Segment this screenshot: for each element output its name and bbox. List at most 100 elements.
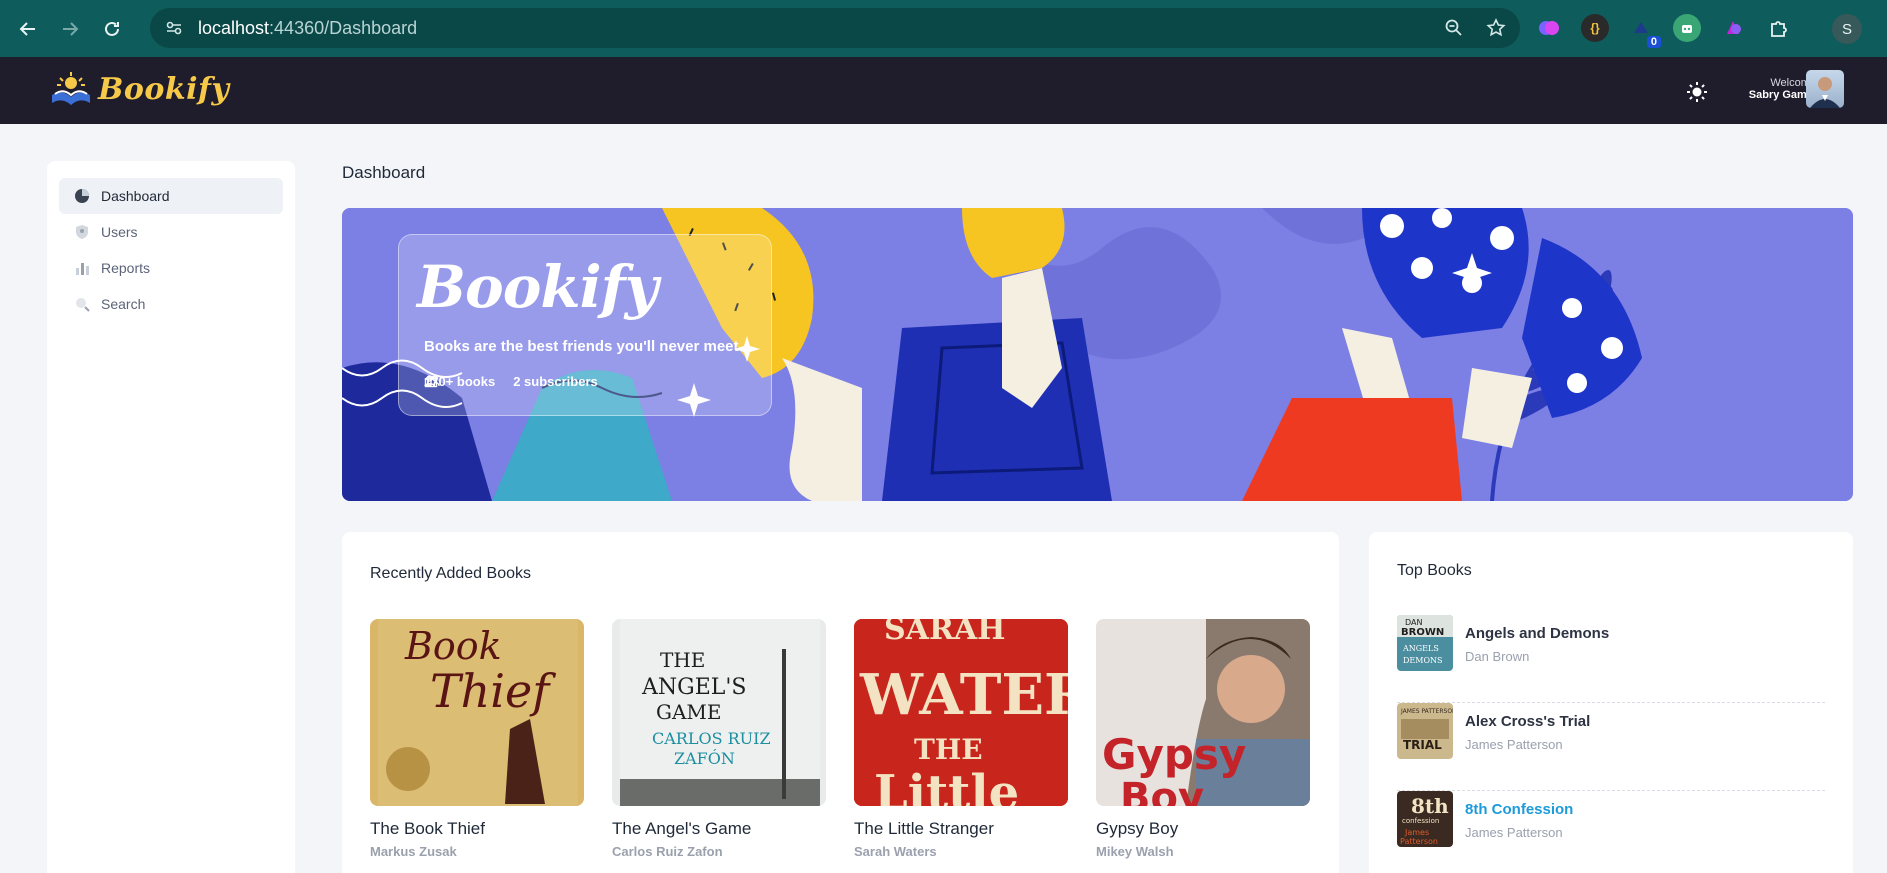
book-cover[interactable]: Gypsy Boy [1096,619,1310,806]
book-cover[interactable]: Book Thief [370,619,584,806]
subscribers-stat-text: 2 subscribers [513,374,598,389]
sidebar-item-label: Reports [101,260,151,276]
sidebar: Dashboard Users Reports Search [47,161,295,873]
reload-icon[interactable] [98,15,126,43]
sidebar-item-label: Users [101,224,138,240]
pie-chart-icon [73,187,91,205]
site-settings-icon[interactable] [164,18,184,38]
top-book-item[interactable]: DAN BROWN ANGELS DEMONS Angels and Demons D… [1397,615,1825,703]
logo-text: Bookify [98,71,230,107]
svg-text:DAN: DAN [1405,618,1422,627]
sidebar-item-reports[interactable]: Reports [59,250,283,286]
book-author: Sarah Waters [854,844,937,859]
svg-text:CARLOS RUIZ: CARLOS RUIZ [652,729,771,748]
shield-icon [73,223,91,241]
search-icon [73,295,91,313]
svg-text:THE: THE [660,648,705,672]
extension-shape-icon[interactable] [1719,14,1747,42]
sidebar-item-dashboard[interactable]: Dashboard [59,178,283,214]
svg-text:Boy: Boy [1120,775,1204,806]
top-book-title[interactable]: Alex Cross's Trial [1465,713,1590,730]
book-title[interactable]: The Angel's Game [612,819,826,839]
app-header: Bookify Welcome Sabry Gamal [0,57,1887,124]
svg-text:GAME: GAME [656,700,722,724]
svg-text:WATERS: WATERS [859,662,1068,728]
svg-text:Thief: Thief [430,664,556,718]
browser-toolbar: localhost:44360/Dashboard {} 0 S [0,0,1887,57]
svg-text:SARAH: SARAH [884,619,1006,647]
extension-badge: 0 [1646,36,1661,48]
forward-icon[interactable] [56,15,84,43]
book-author: Mikey Walsh [1096,844,1174,859]
svg-text:ANGELS: ANGELS [1402,644,1439,653]
extension-counter-icon[interactable]: 0 [1627,14,1661,48]
book-card[interactable]: Gypsy Boy Gypsy Boy Mikey Walsh [1096,619,1310,859]
top-books-title: Top Books [1397,562,1472,579]
extension-robot-icon[interactable] [1673,14,1701,42]
book-author: Carlos Ruiz Zafon [612,844,723,859]
svg-text:confession: confession [1402,817,1439,825]
profile-initial: S [1841,20,1852,38]
bookmark-star-icon[interactable] [1486,18,1506,43]
book-card[interactable]: THE ANGEL'S GAME CARLOS RUIZ ZAFÓN The Angel… [612,619,826,859]
browser-profile-avatar[interactable]: S [1832,14,1862,44]
page-title: Dashboard [342,163,426,182]
hero-brand: Bookify [417,253,658,321]
top-book-item[interactable]: 8th confession James Patterson 8th Confessi… [1397,791,1825,873]
user-avatar[interactable] [1806,70,1844,108]
hero-banner: Bookify Books are the best friends you'l… [342,208,1853,501]
extension-brain-icon[interactable] [1535,14,1563,42]
sidebar-item-label: Dashboard [101,188,170,204]
top-book-author: Dan Brown [1465,649,1530,664]
svg-text:BROWN: BROWN [1401,627,1444,638]
recent-books-card: Recently Added Books Book Thief The Book … [342,532,1339,873]
svg-text:DEMONS: DEMONS [1403,656,1442,665]
sidebar-item-search[interactable]: Search [59,286,283,322]
book-card[interactable]: SARAH WATERS THELittle The Little Stranger… [854,619,1068,859]
svg-text:Little: Little [874,765,1019,806]
address-bar[interactable]: localhost:44360/Dashboard [150,8,1520,48]
book-author: Markus Zusak [370,844,457,859]
sidebar-item-label: Search [101,296,146,312]
top-book-thumbnail[interactable]: 8th confession James Patterson [1397,791,1453,847]
user-name: Sabry Gamal [1748,89,1816,101]
svg-text:Patterson: Patterson [1400,837,1438,846]
url-path: :44360/Dashboard [269,17,418,38]
url-host: localhost [198,17,270,38]
users-icon [424,375,440,387]
book-title[interactable]: The Little Stranger [854,819,1068,839]
bar-chart-icon [73,259,91,277]
book-cover[interactable]: THE ANGEL'S GAME CARLOS RUIZ ZAFÓN [612,619,826,806]
top-books-card: Top Books DAN BROWN ANGELS DEMONS Angels an… [1369,532,1853,873]
url-text: localhost:44360/Dashboard [198,18,417,39]
svg-text:8th: 8th [1411,794,1449,818]
svg-text:Gypsy: Gypsy [1102,730,1246,779]
top-book-author: James Patterson [1465,737,1563,752]
top-book-thumbnail[interactable]: DAN BROWN ANGELS DEMONS [1397,615,1453,671]
sidebar-item-users[interactable]: Users [59,214,283,250]
svg-text:ANGEL'S: ANGEL'S [641,675,747,700]
svg-text:Book: Book [404,624,502,668]
extension-json-icon[interactable]: {} [1581,14,1609,42]
svg-text:James: James [1404,828,1429,837]
recent-books-title: Recently Added Books [370,565,531,582]
hero-tagline: Books are the best friends you'll never … [424,338,739,355]
book-title[interactable]: The Book Thief [370,819,584,839]
zoom-icon[interactable] [1444,18,1464,43]
book-card[interactable]: Book Thief The Book Thief Markus Zusak [370,619,584,859]
top-book-thumbnail[interactable]: JAMES PATTERSON TRIAL [1397,703,1453,759]
hero-info-card: Bookify Books are the best friends you'l… [398,234,772,416]
subscribers-stat: 2 subscribers [424,374,598,389]
back-icon[interactable] [14,15,42,43]
book-title[interactable]: Gypsy Boy [1096,819,1310,839]
top-book-item[interactable]: JAMES PATTERSON TRIAL Alex Cross's Trial … [1397,703,1825,791]
top-book-author: James Patterson [1465,825,1563,840]
book-logo-icon [52,72,90,105]
top-book-title[interactable]: Angels and Demons [1465,625,1609,642]
extensions-puzzle-icon[interactable] [1765,14,1793,42]
logo[interactable]: Bookify [48,69,229,109]
svg-text:THE: THE [914,733,983,766]
welcome-label: Welcome [1770,77,1816,89]
book-cover[interactable]: SARAH WATERS THELittle [854,619,1068,806]
top-book-title[interactable]: 8th Confession [1465,801,1573,818]
